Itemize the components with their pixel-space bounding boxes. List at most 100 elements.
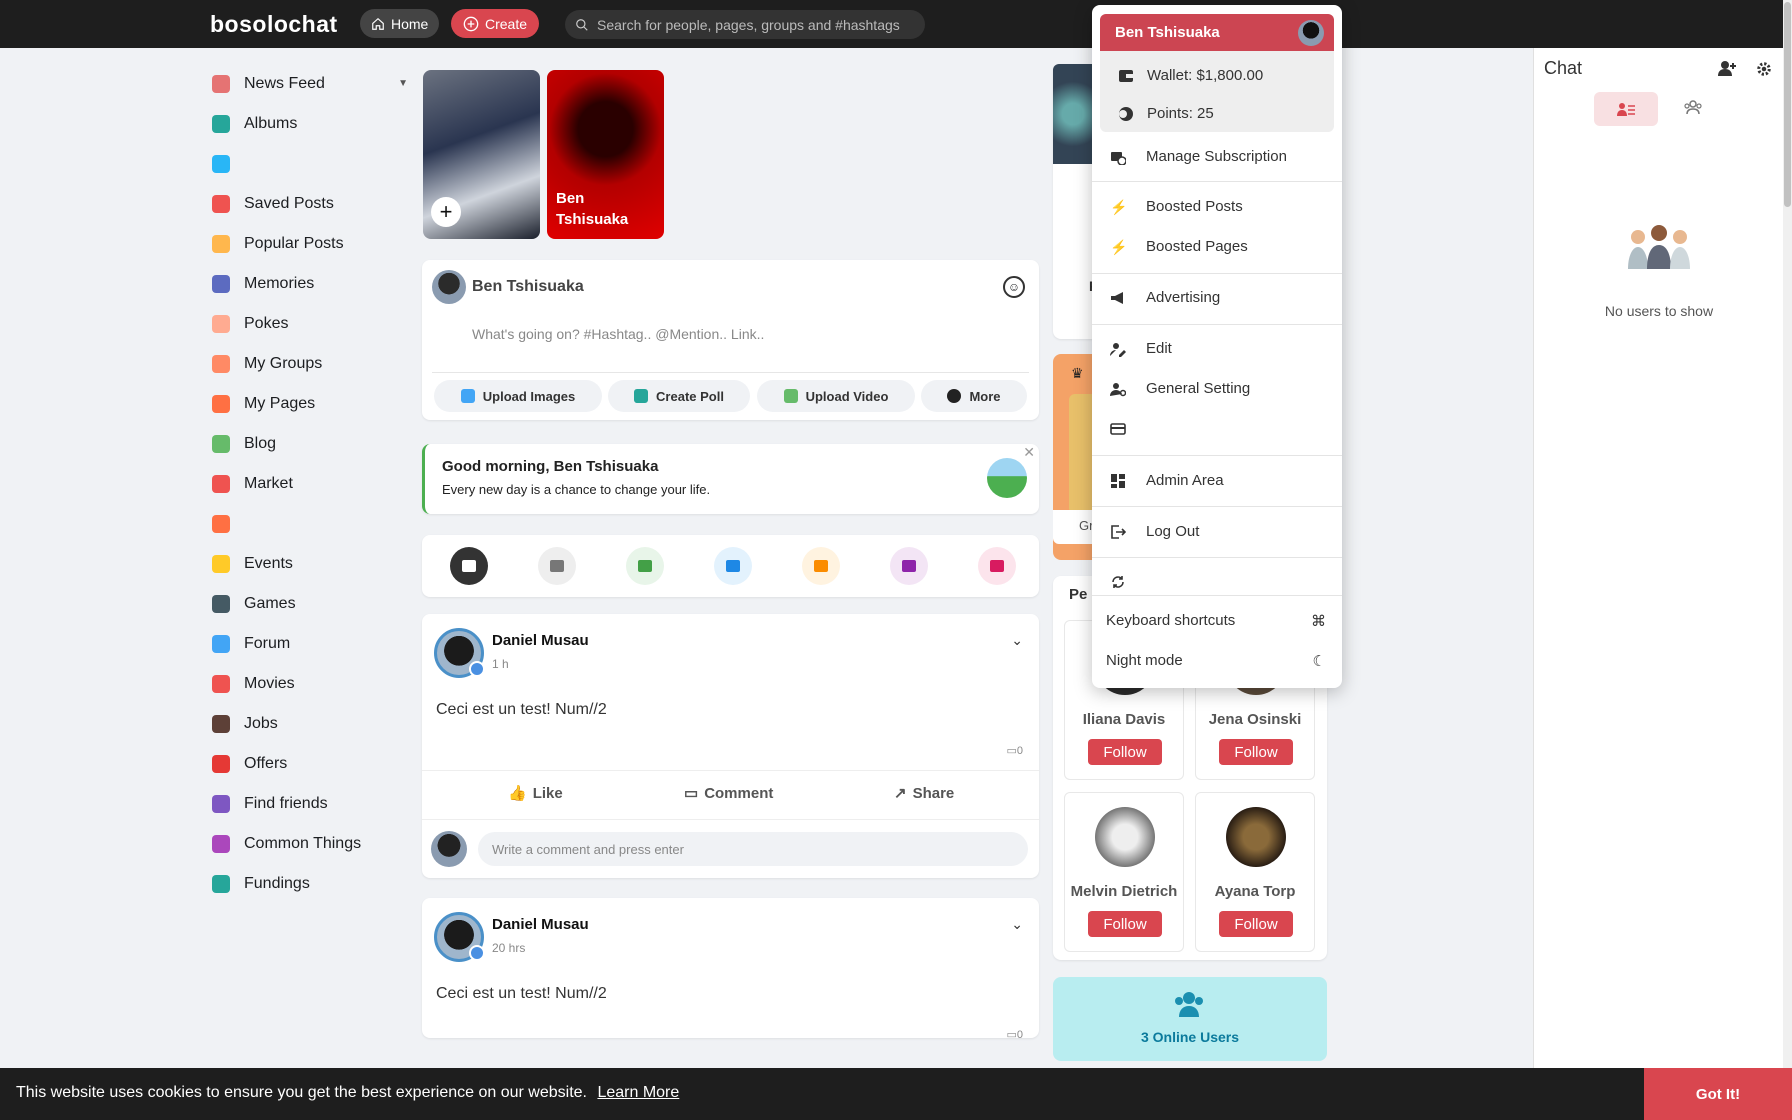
chevron-down-icon[interactable]: ▼	[398, 78, 408, 89]
sidebar-item-blog[interactable]: Blog	[208, 424, 408, 464]
plus-circle-icon	[947, 389, 962, 403]
menu-wallet[interactable]: Wallet: $1,800.00	[1100, 56, 1334, 96]
menu-item-log-out[interactable]: Log Out	[1092, 512, 1342, 552]
story-item[interactable]: Ben Tshisuaka	[547, 70, 664, 239]
sidebar-item-common-things[interactable]: Common Things	[208, 824, 408, 864]
music-icon[interactable]	[802, 547, 840, 585]
chevron-down-icon[interactable]: ⌄	[1011, 916, 1023, 933]
close-icon[interactable]: ✕	[1023, 444, 1035, 461]
menu-item-edit[interactable]: Edit	[1092, 329, 1342, 369]
person-name[interactable]: Iliana Davis	[1065, 711, 1183, 728]
sidebar-item-video[interactable]	[208, 144, 408, 184]
search-bar[interactable]	[565, 10, 925, 39]
menu-item-switch[interactable]	[1092, 562, 1342, 602]
post-time[interactable]: 20 hrs	[492, 941, 525, 955]
sidebar-item-albums[interactable]: Albums	[208, 104, 408, 144]
search-input[interactable]	[597, 16, 917, 33]
follow-button[interactable]: Follow	[1088, 911, 1162, 937]
person-name[interactable]: Ayana Torp	[1196, 883, 1314, 900]
post-author[interactable]: Daniel Musau	[492, 632, 589, 649]
menu-item-admin-area[interactable]: Admin Area	[1092, 461, 1342, 501]
comment-input[interactable]	[478, 832, 1028, 866]
sidebar-item-jobs[interactable]: Jobs	[208, 704, 408, 744]
sidebar-item-movies[interactable]: Movies	[208, 664, 408, 704]
sidebar-item-fundings[interactable]: Fundings	[208, 864, 408, 904]
blog-icon	[212, 435, 230, 453]
avatar[interactable]	[1095, 807, 1155, 867]
text-icon[interactable]	[538, 547, 576, 585]
follow-button[interactable]: Follow	[1219, 739, 1293, 765]
create-button[interactable]: Create	[451, 9, 540, 38]
avatar[interactable]	[434, 628, 485, 678]
sidebar-item-pokes[interactable]: Pokes	[208, 304, 408, 344]
maps-icon[interactable]	[978, 547, 1016, 585]
avatar[interactable]	[1226, 807, 1286, 867]
person-name[interactable]: Melvin Dietrich	[1065, 883, 1183, 900]
sidebar-item-games[interactable]: Games	[208, 584, 408, 624]
albums-icon	[212, 115, 230, 133]
upload-images-button[interactable]: Upload Images	[434, 380, 602, 412]
page-scrollbar[interactable]	[1783, 0, 1792, 1120]
sidebar-item-popular-posts[interactable]: Popular Posts	[208, 224, 408, 264]
emoji-icon[interactable]: ☺	[1003, 276, 1025, 298]
sidebar-item-events[interactable]: Events	[208, 544, 408, 584]
videos-icon[interactable]	[714, 547, 752, 585]
person-name[interactable]: Jena Osinski	[1196, 711, 1314, 728]
find-friends-icon	[212, 795, 230, 813]
upload-video-button[interactable]: Upload Video	[757, 380, 915, 412]
tab-groups[interactable]	[1684, 100, 1702, 114]
post-author[interactable]: Daniel Musau	[492, 916, 589, 933]
tab-contacts[interactable]	[1594, 92, 1658, 126]
menu-item-keyboard-shortcuts[interactable]: Keyboard shortcuts ⌘	[1092, 601, 1342, 641]
home-button[interactable]: Home	[360, 9, 440, 38]
all-posts-icon[interactable]	[450, 547, 488, 585]
scrollbar-thumb[interactable]	[1784, 2, 1791, 207]
menu-item-payments[interactable]	[1092, 409, 1342, 449]
cookie-accept-button[interactable]: Got It!	[1644, 1068, 1792, 1120]
more-label: More	[969, 388, 1001, 404]
like-label: Like	[532, 784, 563, 802]
composer-input[interactable]: What's going on? #Hashtag.. @Mention.. L…	[472, 326, 764, 342]
apps-icon	[212, 515, 230, 533]
sidebar-item-my-groups[interactable]: My Groups	[208, 344, 408, 384]
menu-item-general-setting[interactable]: General Setting	[1092, 369, 1342, 409]
add-user-icon[interactable]	[1717, 60, 1737, 76]
menu-item-boosted-pages[interactable]: ⚡ Boosted Pages	[1092, 227, 1342, 267]
sidebar-item-my-pages[interactable]: My Pages	[208, 384, 408, 424]
sidebar-item-forum[interactable]: Forum	[208, 624, 408, 664]
comment-button[interactable]: ▭ Comment	[684, 784, 773, 803]
share-button[interactable]: ↗ Share	[894, 784, 954, 803]
sidebar-item-offers[interactable]: Offers	[208, 744, 408, 784]
gear-icon[interactable]	[1755, 60, 1773, 78]
sidebar-item-apps[interactable]	[208, 504, 408, 544]
create-poll-button[interactable]: Create Poll	[608, 380, 750, 412]
learn-more-link[interactable]: Learn More	[597, 1084, 679, 1101]
more-button[interactable]: More	[921, 380, 1027, 412]
menu-item-night-mode[interactable]: Night mode ☾	[1092, 641, 1342, 681]
sidebar-item-memories[interactable]: Memories	[208, 264, 408, 304]
story-create[interactable]: +	[423, 70, 540, 239]
menu-item-boosted-posts[interactable]: ⚡ Boosted Posts	[1092, 187, 1342, 227]
avatar[interactable]	[434, 912, 485, 962]
files-icon[interactable]	[890, 547, 928, 585]
sidebar-item-saved-posts[interactable]: Saved Posts	[208, 184, 408, 224]
follow-button[interactable]: Follow	[1088, 739, 1162, 765]
menu-item-manage-subscription[interactable]: Manage Subscription	[1092, 137, 1342, 177]
sidebar-item-find-friends[interactable]: Find friends	[208, 784, 408, 824]
chevron-down-icon[interactable]: ⌄	[1011, 632, 1023, 649]
sidebar-item-market[interactable]: Market	[208, 464, 408, 504]
menu-points[interactable]: Points: 25	[1100, 94, 1334, 132]
menu-item-advertising[interactable]: Advertising	[1092, 278, 1342, 318]
cover-image	[1053, 64, 1093, 164]
like-button[interactable]: 👍 Like	[508, 784, 563, 803]
follow-button[interactable]: Follow	[1219, 911, 1293, 937]
post-time[interactable]: 1 h	[492, 657, 509, 671]
photos-icon[interactable]	[626, 547, 664, 585]
brand-logo[interactable]: bosolochat	[210, 11, 338, 38]
menu-user-header[interactable]: Ben Tshisuaka	[1100, 14, 1334, 51]
online-users-card[interactable]: 3 Online Users	[1053, 977, 1327, 1061]
sidebar-item-news-feed[interactable]: News Feed ▼	[208, 64, 408, 104]
fire-icon	[212, 235, 230, 253]
sidebar-item-label: Find friends	[244, 795, 328, 812]
add-story-icon[interactable]: +	[431, 197, 461, 227]
